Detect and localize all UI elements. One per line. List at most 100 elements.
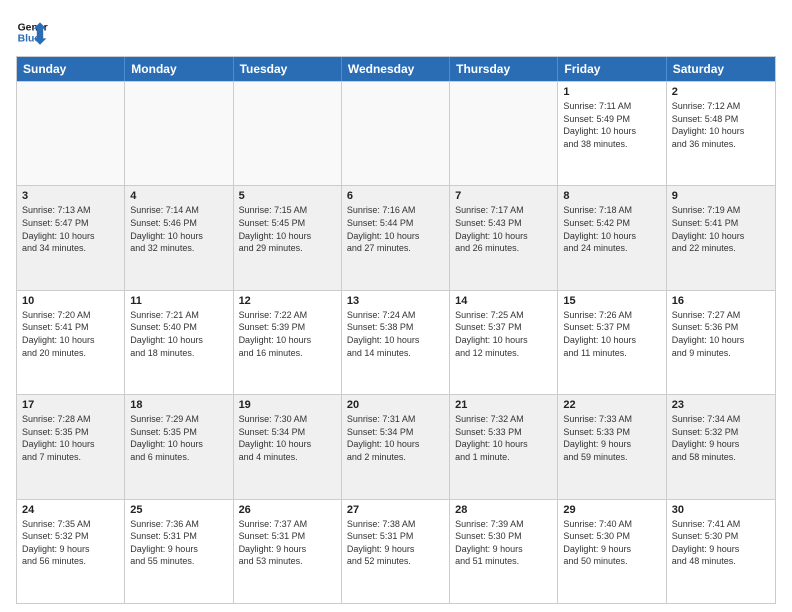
day-number: 5 bbox=[239, 190, 336, 202]
day-number: 13 bbox=[347, 295, 444, 307]
day-info: Sunrise: 7:13 AM Sunset: 5:47 PM Dayligh… bbox=[22, 204, 119, 254]
day-info: Sunrise: 7:11 AM Sunset: 5:49 PM Dayligh… bbox=[563, 100, 660, 150]
day-number: 16 bbox=[672, 295, 770, 307]
calendar-row: 1 Sunrise: 7:11 AM Sunset: 5:49 PM Daylig… bbox=[17, 81, 775, 185]
day-info: Sunrise: 7:40 AM Sunset: 5:30 PM Dayligh… bbox=[563, 518, 660, 568]
day-info: Sunrise: 7:34 AM Sunset: 5:32 PM Dayligh… bbox=[672, 413, 770, 463]
calendar-cell: 3 Sunrise: 7:13 AM Sunset: 5:47 PM Daylig… bbox=[17, 186, 125, 289]
calendar-body: 1 Sunrise: 7:11 AM Sunset: 5:49 PM Daylig… bbox=[17, 81, 775, 603]
day-number: 4 bbox=[130, 190, 227, 202]
calendar-cell bbox=[234, 82, 342, 185]
weekday-header: Tuesday bbox=[234, 57, 342, 81]
day-number: 3 bbox=[22, 190, 119, 202]
calendar-cell: 26 Sunrise: 7:37 AM Sunset: 5:31 PM Dayli… bbox=[234, 500, 342, 603]
day-number: 6 bbox=[347, 190, 444, 202]
calendar-cell: 2 Sunrise: 7:12 AM Sunset: 5:48 PM Daylig… bbox=[667, 82, 775, 185]
day-number: 14 bbox=[455, 295, 552, 307]
day-number: 7 bbox=[455, 190, 552, 202]
calendar-header: SundayMondayTuesdayWednesdayThursdayFrid… bbox=[17, 57, 775, 81]
calendar-cell: 23 Sunrise: 7:34 AM Sunset: 5:32 PM Dayli… bbox=[667, 395, 775, 498]
day-number: 12 bbox=[239, 295, 336, 307]
calendar-cell: 13 Sunrise: 7:24 AM Sunset: 5:38 PM Dayli… bbox=[342, 291, 450, 394]
calendar-cell: 29 Sunrise: 7:40 AM Sunset: 5:30 PM Dayli… bbox=[558, 500, 666, 603]
calendar-cell: 20 Sunrise: 7:31 AM Sunset: 5:34 PM Dayli… bbox=[342, 395, 450, 498]
day-info: Sunrise: 7:38 AM Sunset: 5:31 PM Dayligh… bbox=[347, 518, 444, 568]
calendar-cell: 11Sunrise: 7:21 AM Sunset: 5:40 PM Dayli… bbox=[125, 291, 233, 394]
calendar-cell: 4 Sunrise: 7:14 AM Sunset: 5:46 PM Daylig… bbox=[125, 186, 233, 289]
day-info: Sunrise: 7:32 AM Sunset: 5:33 PM Dayligh… bbox=[455, 413, 552, 463]
weekday-header: Wednesday bbox=[342, 57, 450, 81]
day-info: Sunrise: 7:24 AM Sunset: 5:38 PM Dayligh… bbox=[347, 309, 444, 359]
calendar-cell: 7 Sunrise: 7:17 AM Sunset: 5:43 PM Daylig… bbox=[450, 186, 558, 289]
day-number: 9 bbox=[672, 190, 770, 202]
day-info: Sunrise: 7:17 AM Sunset: 5:43 PM Dayligh… bbox=[455, 204, 552, 254]
day-info: Sunrise: 7:29 AM Sunset: 5:35 PM Dayligh… bbox=[130, 413, 227, 463]
calendar-cell: 16 Sunrise: 7:27 AM Sunset: 5:36 PM Dayli… bbox=[667, 291, 775, 394]
day-number: 23 bbox=[672, 399, 770, 411]
day-info: Sunrise: 7:16 AM Sunset: 5:44 PM Dayligh… bbox=[347, 204, 444, 254]
calendar-cell: 24 Sunrise: 7:35 AM Sunset: 5:32 PM Dayli… bbox=[17, 500, 125, 603]
weekday-header: Saturday bbox=[667, 57, 775, 81]
day-number: 26 bbox=[239, 504, 336, 516]
calendar-cell: 25 Sunrise: 7:36 AM Sunset: 5:31 PM Dayli… bbox=[125, 500, 233, 603]
calendar-cell: 8 Sunrise: 7:18 AM Sunset: 5:42 PM Daylig… bbox=[558, 186, 666, 289]
calendar-cell: 15 Sunrise: 7:26 AM Sunset: 5:37 PM Dayli… bbox=[558, 291, 666, 394]
day-number: 2 bbox=[672, 86, 770, 98]
header: General Blue bbox=[16, 16, 776, 48]
day-info: Sunrise: 7:41 AM Sunset: 5:30 PM Dayligh… bbox=[672, 518, 770, 568]
day-number: 30 bbox=[672, 504, 770, 516]
day-number: 17 bbox=[22, 399, 119, 411]
day-info: Sunrise: 7:35 AM Sunset: 5:32 PM Dayligh… bbox=[22, 518, 119, 568]
calendar-cell: 10Sunrise: 7:20 AM Sunset: 5:41 PM Dayli… bbox=[17, 291, 125, 394]
calendar-cell bbox=[450, 82, 558, 185]
day-info: Sunrise: 7:30 AM Sunset: 5:34 PM Dayligh… bbox=[239, 413, 336, 463]
calendar-row: 24 Sunrise: 7:35 AM Sunset: 5:32 PM Dayli… bbox=[17, 499, 775, 603]
calendar-cell: 5 Sunrise: 7:15 AM Sunset: 5:45 PM Daylig… bbox=[234, 186, 342, 289]
day-number: 29 bbox=[563, 504, 660, 516]
day-number: 20 bbox=[347, 399, 444, 411]
day-number: 24 bbox=[22, 504, 119, 516]
day-info: Sunrise: 7:22 AM Sunset: 5:39 PM Dayligh… bbox=[239, 309, 336, 359]
calendar-cell: 18Sunrise: 7:29 AM Sunset: 5:35 PM Dayli… bbox=[125, 395, 233, 498]
day-info: Sunrise: 7:39 AM Sunset: 5:30 PM Dayligh… bbox=[455, 518, 552, 568]
weekday-header: Thursday bbox=[450, 57, 558, 81]
day-info: Sunrise: 7:15 AM Sunset: 5:45 PM Dayligh… bbox=[239, 204, 336, 254]
calendar-cell: 19Sunrise: 7:30 AM Sunset: 5:34 PM Dayli… bbox=[234, 395, 342, 498]
day-number: 25 bbox=[130, 504, 227, 516]
day-number: 11 bbox=[130, 295, 227, 307]
day-info: Sunrise: 7:18 AM Sunset: 5:42 PM Dayligh… bbox=[563, 204, 660, 254]
day-info: Sunrise: 7:37 AM Sunset: 5:31 PM Dayligh… bbox=[239, 518, 336, 568]
calendar-cell: 22Sunrise: 7:33 AM Sunset: 5:33 PM Dayli… bbox=[558, 395, 666, 498]
calendar: SundayMondayTuesdayWednesdayThursdayFrid… bbox=[16, 56, 776, 604]
calendar-cell: 14Sunrise: 7:25 AM Sunset: 5:37 PM Dayli… bbox=[450, 291, 558, 394]
day-info: Sunrise: 7:36 AM Sunset: 5:31 PM Dayligh… bbox=[130, 518, 227, 568]
logo-icon: General Blue bbox=[16, 16, 48, 48]
day-info: Sunrise: 7:26 AM Sunset: 5:37 PM Dayligh… bbox=[563, 309, 660, 359]
calendar-row: 10Sunrise: 7:20 AM Sunset: 5:41 PM Dayli… bbox=[17, 290, 775, 394]
day-number: 15 bbox=[563, 295, 660, 307]
calendar-cell: 28Sunrise: 7:39 AM Sunset: 5:30 PM Dayli… bbox=[450, 500, 558, 603]
calendar-row: 17Sunrise: 7:28 AM Sunset: 5:35 PM Dayli… bbox=[17, 394, 775, 498]
day-number: 1 bbox=[563, 86, 660, 98]
page: General Blue SundayMondayTuesdayWednesda… bbox=[0, 0, 792, 612]
calendar-cell: 1 Sunrise: 7:11 AM Sunset: 5:49 PM Daylig… bbox=[558, 82, 666, 185]
calendar-cell: 12 Sunrise: 7:22 AM Sunset: 5:39 PM Dayli… bbox=[234, 291, 342, 394]
day-info: Sunrise: 7:12 AM Sunset: 5:48 PM Dayligh… bbox=[672, 100, 770, 150]
day-info: Sunrise: 7:31 AM Sunset: 5:34 PM Dayligh… bbox=[347, 413, 444, 463]
calendar-cell: 6 Sunrise: 7:16 AM Sunset: 5:44 PM Daylig… bbox=[342, 186, 450, 289]
day-info: Sunrise: 7:27 AM Sunset: 5:36 PM Dayligh… bbox=[672, 309, 770, 359]
day-number: 8 bbox=[563, 190, 660, 202]
weekday-header: Monday bbox=[125, 57, 233, 81]
day-info: Sunrise: 7:14 AM Sunset: 5:46 PM Dayligh… bbox=[130, 204, 227, 254]
logo: General Blue bbox=[16, 16, 48, 48]
calendar-cell: 21Sunrise: 7:32 AM Sunset: 5:33 PM Dayli… bbox=[450, 395, 558, 498]
day-info: Sunrise: 7:20 AM Sunset: 5:41 PM Dayligh… bbox=[22, 309, 119, 359]
calendar-cell bbox=[342, 82, 450, 185]
day-number: 27 bbox=[347, 504, 444, 516]
day-info: Sunrise: 7:19 AM Sunset: 5:41 PM Dayligh… bbox=[672, 204, 770, 254]
calendar-cell: 17Sunrise: 7:28 AM Sunset: 5:35 PM Dayli… bbox=[17, 395, 125, 498]
weekday-header: Friday bbox=[558, 57, 666, 81]
calendar-cell bbox=[125, 82, 233, 185]
day-info: Sunrise: 7:33 AM Sunset: 5:33 PM Dayligh… bbox=[563, 413, 660, 463]
calendar-cell bbox=[17, 82, 125, 185]
